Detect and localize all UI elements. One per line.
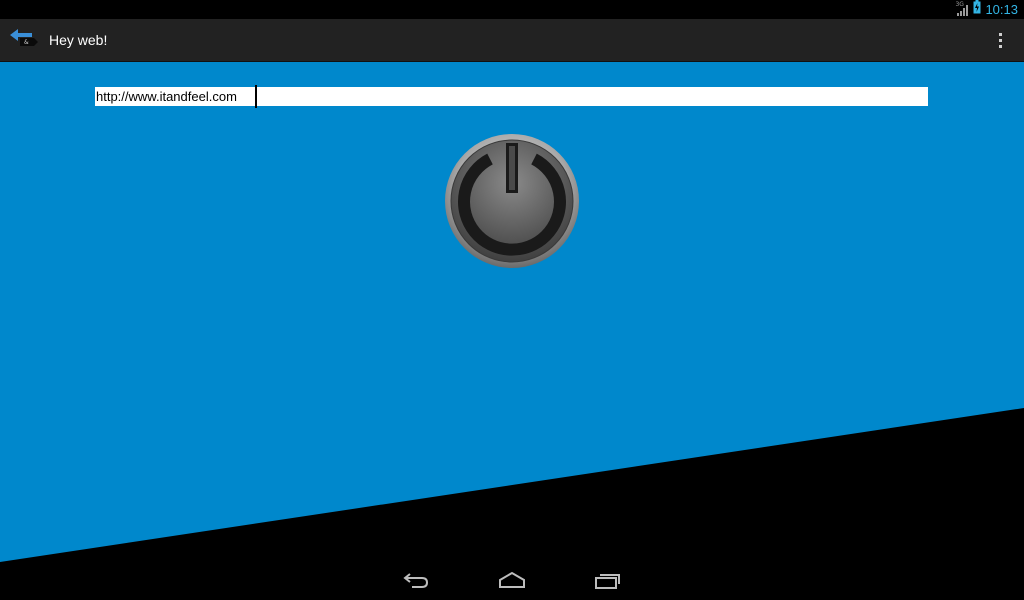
screen: 3G 10:13 & Hey web! http://www.itandfeel… bbox=[0, 0, 1024, 600]
text-cursor bbox=[255, 85, 257, 108]
network-type-label: 3G bbox=[955, 0, 964, 8]
status-bar: 3G 10:13 bbox=[0, 0, 1024, 19]
signal-icon: 3G bbox=[955, 0, 969, 17]
recent-apps-icon bbox=[594, 571, 622, 594]
battery-icon bbox=[973, 0, 981, 19]
navigation-bar bbox=[0, 562, 1024, 600]
back-arrow-icon: & bbox=[8, 26, 42, 55]
overflow-menu-button[interactable] bbox=[990, 30, 1010, 50]
home-icon bbox=[498, 571, 526, 594]
app-title: Hey web! bbox=[49, 32, 108, 48]
power-icon bbox=[445, 134, 579, 268]
url-input[interactable] bbox=[95, 87, 928, 106]
status-icons: 3G 10:13 bbox=[955, 0, 1018, 19]
action-bar: & Hey web! bbox=[0, 19, 1024, 62]
nav-recent-apps-button[interactable] bbox=[588, 570, 628, 594]
content-area bbox=[0, 62, 1024, 600]
svg-text:&: & bbox=[24, 39, 29, 46]
nav-back-button[interactable] bbox=[396, 570, 436, 594]
up-navigation-button[interactable]: & bbox=[8, 25, 44, 55]
nav-home-button[interactable] bbox=[492, 570, 532, 594]
clock: 10:13 bbox=[985, 2, 1018, 17]
overflow-menu-icon bbox=[998, 32, 1002, 36]
power-button[interactable] bbox=[444, 133, 580, 269]
back-icon bbox=[402, 571, 430, 594]
